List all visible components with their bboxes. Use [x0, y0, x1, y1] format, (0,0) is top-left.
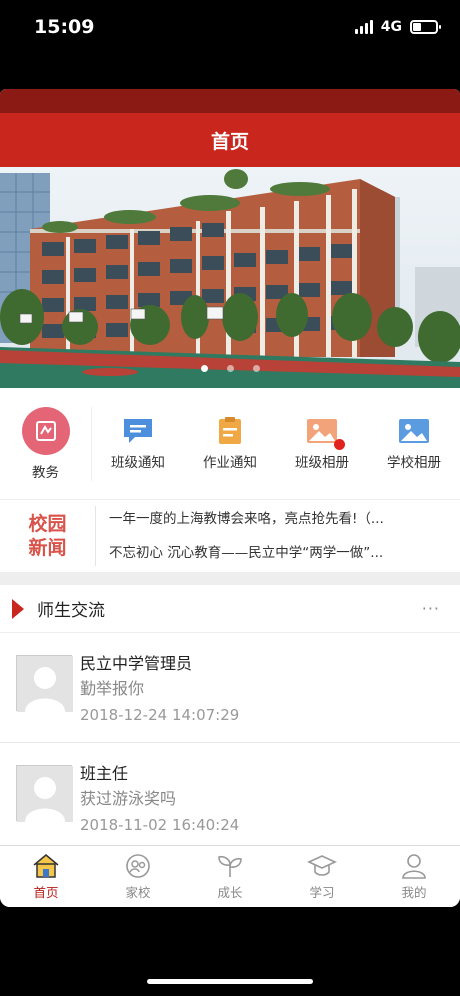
tab-study[interactable]: 学习 — [276, 846, 368, 907]
quick-action-school-album[interactable]: 学校相册 — [368, 388, 460, 499]
tab-bar: 首页 家校 成长 学习 我的 — [0, 845, 460, 907]
post-message: 获过游泳奖吗 — [80, 789, 177, 808]
avatar — [16, 655, 73, 712]
carousel-dot[interactable] — [200, 365, 208, 372]
page-title: 首页 — [0, 113, 460, 167]
status-indicators: 4G — [354, 19, 441, 35]
news-badge-line: 新闻 — [28, 537, 67, 559]
quick-action-label: 班级相册 — [295, 454, 349, 471]
post-item[interactable]: 班主任 获过游泳奖吗 2018-11-02 16:40:24 — [0, 743, 460, 853]
post-time: 2018-11-02 16:40:24 — [80, 816, 240, 834]
tab-label: 首页 — [33, 884, 59, 900]
tab-label: 家校 — [125, 884, 151, 900]
section-divider — [0, 572, 460, 585]
news-badge-line: 校园 — [28, 513, 67, 535]
news-item[interactable]: 一年一度的上海教博会来咯，亮点抢先看!（... — [109, 502, 444, 536]
top-strip — [0, 89, 460, 113]
post-item[interactable]: 民立中学管理员 勤举报你 2018-12-24 14:07:29 — [0, 633, 460, 743]
school-building-image — [0, 167, 460, 388]
carousel-dots — [0, 365, 460, 372]
school-album-icon — [397, 417, 431, 445]
post-author: 民立中学管理员 — [80, 654, 193, 673]
home-icon — [33, 853, 59, 878]
quick-actions: 教务 班级通知 作业通知 班级相册 学校相册 — [0, 388, 460, 500]
quick-action-label: 教务 — [32, 464, 59, 481]
quick-action-label: 班级通知 — [111, 454, 165, 471]
home-indicator[interactable] — [147, 979, 313, 984]
new-badge — [334, 438, 345, 450]
banner-carousel[interactable] — [0, 167, 460, 388]
tab-home[interactable]: 首页 — [0, 846, 92, 907]
user-icon — [402, 853, 426, 879]
tab-label: 我的 — [401, 884, 427, 900]
academic-affairs-icon — [21, 406, 70, 455]
section-title: 师生交流 — [37, 601, 105, 621]
network-type: 4G — [380, 19, 402, 35]
post-time: 2018-12-24 14:07:29 — [80, 706, 240, 724]
quick-action-class-notice[interactable]: 班级通知 — [92, 388, 184, 499]
carousel-dot[interactable] — [252, 365, 260, 372]
sprout-icon — [218, 855, 242, 877]
tab-label: 成长 — [217, 884, 243, 900]
status-time: 15:09 — [34, 16, 95, 38]
avatar — [16, 765, 73, 822]
tab-growth[interactable]: 成长 — [184, 846, 276, 907]
campus-news-badge: 校园 新闻 — [0, 506, 96, 566]
news-item[interactable]: 不忘初心 沉心教育——民立中学“两学一做”... — [109, 536, 444, 570]
signal-icon — [354, 20, 373, 34]
post-author: 班主任 — [80, 764, 129, 783]
class-notice-icon — [121, 417, 155, 445]
status-bar: 15:09 4G — [0, 0, 460, 60]
section-header: 师生交流 ··· — [0, 585, 460, 633]
quick-action-label: 学校相册 — [387, 454, 441, 471]
app-screen: 首页 教务 班级通知 作业通知 班级相册 学校相册 校园 新闻 一年一度的上海教… — [0, 89, 460, 907]
graduation-cap-icon — [307, 854, 337, 876]
homework-notice-icon — [213, 416, 247, 445]
news-list: 一年一度的上海教博会来咯，亮点抢先看!（... 不忘初心 沉心教育——民立中学“… — [96, 502, 460, 570]
home-school-icon — [126, 853, 150, 878]
quick-action-class-album[interactable]: 班级相册 — [276, 388, 368, 499]
quick-action-academic[interactable]: 教务 — [0, 406, 92, 481]
more-button[interactable]: ··· — [422, 599, 440, 618]
post-message: 勤举报你 — [80, 679, 145, 698]
post-text: 班主任 获过游泳奖吗 2018-11-02 16:40:24 — [80, 763, 239, 852]
quick-action-homework-notice[interactable]: 作业通知 — [184, 388, 276, 499]
class-album-icon — [305, 417, 345, 450]
tab-home-school[interactable]: 家校 — [92, 846, 184, 907]
post-text: 民立中学管理员 勤举报你 2018-12-24 14:07:29 — [80, 653, 239, 742]
tab-label: 学习 — [309, 884, 335, 900]
campus-news: 校园 新闻 一年一度的上海教博会来咯，亮点抢先看!（... 不忘初心 沉心教育—… — [0, 500, 460, 572]
battery-icon — [410, 20, 441, 34]
tab-mine[interactable]: 我的 — [368, 846, 460, 907]
quick-action-label: 作业通知 — [203, 454, 257, 471]
section-marker-icon — [12, 598, 24, 619]
carousel-dot[interactable] — [226, 365, 234, 372]
